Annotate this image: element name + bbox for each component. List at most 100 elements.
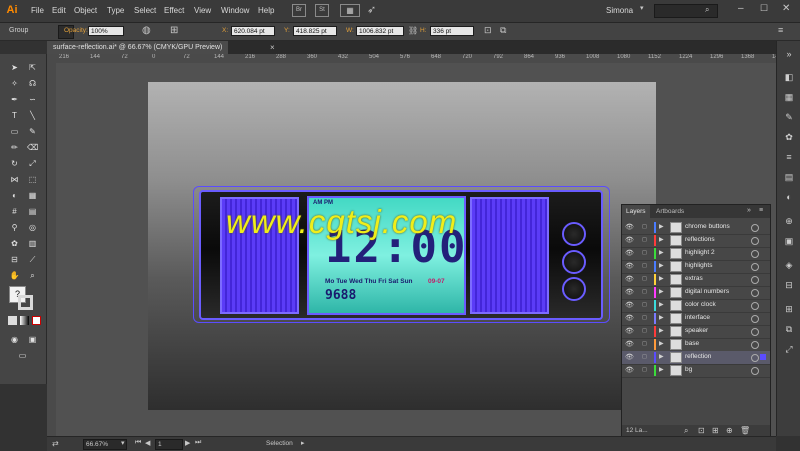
- swatches-panel-icon[interactable]: ▦: [783, 91, 795, 103]
- symbols-panel-icon[interactable]: ✿: [783, 131, 795, 143]
- menu-file[interactable]: File: [31, 4, 44, 17]
- layer-target-icon[interactable]: [751, 250, 759, 258]
- gradient-panel-icon[interactable]: ▤: [783, 171, 795, 183]
- zoom-chevron-down-icon[interactable]: ▾: [121, 439, 125, 447]
- pen-tool-icon[interactable]: ✒: [9, 94, 20, 105]
- curvature-tool-icon[interactable]: ∽: [27, 94, 38, 105]
- dock-collapse-icon[interactable]: »: [783, 48, 795, 60]
- last-artboard-icon[interactable]: ⏭: [195, 439, 201, 447]
- layer-row[interactable]: 👁 ◻ ▶ base: [622, 338, 770, 352]
- align-panel-icon[interactable]: ⊞: [783, 303, 795, 315]
- layer-target-icon[interactable]: [751, 328, 759, 336]
- rectangle-tool-icon[interactable]: ▭: [9, 126, 20, 137]
- w-label[interactable]: W:: [346, 27, 354, 34]
- artboard-field[interactable]: 1: [155, 439, 183, 450]
- color-mode-swatch[interactable]: [8, 316, 17, 325]
- layer-name[interactable]: digital numbers: [685, 288, 729, 295]
- free-transform-tool-icon[interactable]: ⬚: [27, 174, 38, 185]
- expand-arrow-icon[interactable]: ▶: [659, 236, 664, 243]
- artboards-panel-icon[interactable]: ⊟: [783, 279, 795, 291]
- expand-arrow-icon[interactable]: ▶: [659, 301, 664, 308]
- layer-row[interactable]: 👁 ◻ ▶ digital numbers: [622, 286, 770, 300]
- h-label[interactable]: H:: [420, 27, 427, 34]
- lock-toggle-icon[interactable]: ◻: [642, 327, 647, 334]
- layer-row[interactable]: 👁 ◻ ▶ chrome buttons: [622, 221, 770, 235]
- appearance-panel-icon[interactable]: ⊕: [783, 215, 795, 227]
- opacity-label[interactable]: Opacity:: [64, 27, 88, 34]
- blend-tool-icon[interactable]: ◎: [27, 222, 38, 233]
- top-knob[interactable]: [562, 222, 586, 246]
- maximize-icon[interactable]: ☐: [760, 3, 768, 14]
- visibility-eye-icon[interactable]: 👁: [625, 275, 634, 283]
- gpu-rocket-icon[interactable]: ➶: [367, 3, 376, 16]
- selected-art-indicator[interactable]: [760, 354, 766, 360]
- layer-row[interactable]: 👁 ◻ ▶ highlights: [622, 260, 770, 274]
- menu-effect[interactable]: Effect: [164, 4, 184, 17]
- layer-target-icon[interactable]: [751, 237, 759, 245]
- layer-name[interactable]: highlight 2: [685, 249, 715, 256]
- visibility-eye-icon[interactable]: 👁: [625, 353, 634, 361]
- new-layer-icon[interactable]: ⊕: [726, 426, 733, 435]
- visibility-eye-icon[interactable]: 👁: [625, 340, 634, 348]
- lock-toggle-icon[interactable]: ◻: [642, 340, 647, 347]
- close-icon[interactable]: ✕: [782, 3, 790, 14]
- layer-target-icon[interactable]: [751, 224, 759, 232]
- layer-name[interactable]: speaker: [685, 327, 708, 334]
- layer-name[interactable]: reflection: [685, 353, 711, 360]
- layer-row[interactable]: 👁 ◻ ▶ highlight 2: [622, 247, 770, 261]
- transform-panel-icon[interactable]: ⤢: [783, 343, 795, 355]
- first-artboard-icon[interactable]: ⏮: [135, 439, 141, 447]
- visibility-eye-icon[interactable]: 👁: [625, 223, 634, 231]
- lock-toggle-icon[interactable]: ◻: [642, 301, 647, 308]
- expand-arrow-icon[interactable]: ▶: [659, 366, 664, 373]
- shape-builder-tool-icon[interactable]: ◐: [9, 190, 20, 201]
- hand-tool-icon[interactable]: ✋: [9, 270, 20, 281]
- menu-select[interactable]: Select: [134, 4, 156, 17]
- gradient-mode-swatch[interactable]: [20, 316, 29, 325]
- layers-panel-icon[interactable]: ◈: [783, 259, 795, 271]
- eraser-tool-icon[interactable]: ⌫: [27, 142, 38, 153]
- expand-arrow-icon[interactable]: ▶: [659, 353, 664, 360]
- lasso-tool-icon[interactable]: ☊: [27, 78, 38, 89]
- magic-wand-tool-icon[interactable]: ✧: [9, 78, 20, 89]
- selection-tool-icon[interactable]: ➤: [9, 62, 20, 73]
- layer-target-icon[interactable]: [751, 289, 759, 297]
- screen-mode-icon[interactable]: ▭: [17, 350, 28, 361]
- layer-row[interactable]: 👁 ◻ ▶ bg: [622, 364, 770, 378]
- expand-arrow-icon[interactable]: ▶: [659, 340, 664, 347]
- visibility-eye-icon[interactable]: 👁: [625, 314, 634, 322]
- align-icon[interactable]: ⊞: [170, 25, 178, 36]
- recolor-icon[interactable]: ◍: [142, 25, 151, 36]
- y-label[interactable]: Y:: [284, 27, 290, 34]
- scale-tool-icon[interactable]: ⤢: [27, 158, 38, 169]
- layer-row[interactable]: 👁 ◻ ▶ interface: [622, 312, 770, 326]
- visibility-eye-icon[interactable]: 👁: [625, 262, 634, 270]
- layer-target-icon[interactable]: [751, 276, 759, 284]
- expand-arrow-icon[interactable]: ▶: [659, 288, 664, 295]
- trash-icon[interactable]: 🗑: [740, 426, 750, 435]
- symbol-sprayer-tool-icon[interactable]: ✿: [9, 238, 20, 249]
- previous-artboard-icon[interactable]: ◀: [145, 439, 150, 447]
- graphic-styles-panel-icon[interactable]: ▣: [783, 235, 795, 247]
- menu-object[interactable]: Object: [74, 4, 97, 17]
- status-menu-icon[interactable]: ▸: [301, 439, 305, 447]
- visibility-eye-icon[interactable]: 👁: [625, 366, 634, 374]
- layer-name[interactable]: extras: [685, 275, 703, 282]
- rotate-tool-icon[interactable]: ↻: [9, 158, 20, 169]
- transform-icon[interactable]: ⊡: [484, 25, 492, 36]
- layer-target-icon[interactable]: [751, 341, 759, 349]
- tab-artboards[interactable]: Artboards: [652, 205, 688, 218]
- bridge-button[interactable]: Br: [292, 4, 306, 17]
- layer-target-icon[interactable]: [751, 302, 759, 310]
- layer-name[interactable]: chrome buttons: [685, 223, 730, 230]
- arrange-documents-icon[interactable]: ▦: [340, 4, 360, 17]
- type-tool-icon[interactable]: T: [9, 110, 20, 121]
- vertical-ruler[interactable]: [47, 63, 56, 436]
- clipping-mask-icon[interactable]: ⊡: [698, 426, 705, 435]
- next-artboard-icon[interactable]: ▶: [185, 439, 190, 447]
- line-tool-icon[interactable]: ╲: [27, 110, 38, 121]
- expand-arrow-icon[interactable]: ▶: [659, 262, 664, 269]
- expand-arrow-icon[interactable]: ▶: [659, 314, 664, 321]
- layer-name[interactable]: interface: [685, 314, 710, 321]
- chevron-down-icon[interactable]: ▾: [640, 4, 644, 12]
